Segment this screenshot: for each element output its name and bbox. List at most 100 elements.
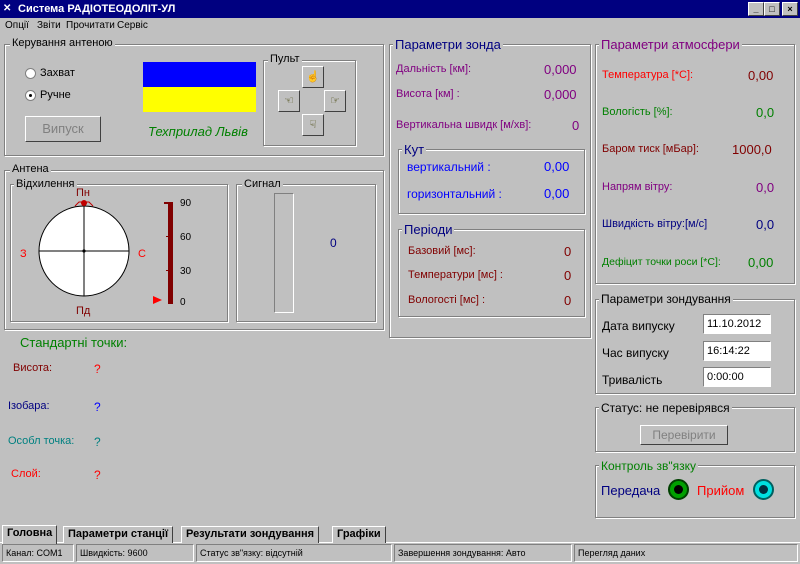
- release-button[interactable]: Випуск: [25, 116, 101, 142]
- period-base-label: Базовий [мс]:: [408, 245, 476, 257]
- ukraine-flag-icon: [143, 62, 256, 112]
- atm-wspd-label: Швидкість вітру:[м/с]: [602, 218, 708, 230]
- probe-height-label: Висота [км] :: [396, 88, 460, 100]
- scale-label-60: 60: [180, 232, 192, 243]
- north-label: Пн: [76, 187, 90, 199]
- menu-service[interactable]: Сервіс: [117, 20, 148, 31]
- brand-label: Техприлад Львів: [148, 124, 248, 139]
- manual-radio-label[interactable]: Ручне: [40, 89, 71, 101]
- elevation-pointer-icon: [153, 296, 162, 304]
- status-link: Статус зв"язку: відсутній: [196, 544, 392, 562]
- scale-label-0: 0: [180, 297, 186, 308]
- duration-input[interactable]: [703, 367, 771, 387]
- antenna-control-title: Керування антеною: [10, 37, 115, 49]
- atmosphere-title: Параметри атмосфери: [599, 37, 742, 52]
- status-view: Перегляд даних: [574, 544, 798, 562]
- rx-label: Прийом: [697, 483, 745, 498]
- east-label: С: [138, 248, 146, 260]
- std-special-value: ?: [94, 435, 101, 449]
- menu-read[interactable]: Прочитати: [66, 20, 115, 31]
- period-hum-value: 0: [564, 293, 572, 308]
- window-title: Система РАДІОТЕОДОЛІТ-УЛ: [18, 3, 176, 15]
- antenna-title: Антена: [10, 163, 51, 175]
- atm-dew-value: 0,00: [748, 255, 774, 270]
- angle-horizontal-label: горизонтальний :: [407, 187, 502, 201]
- atm-dew-label: Дефіцит точки роси [*C]:: [602, 256, 721, 268]
- close-button[interactable]: ×: [782, 2, 798, 16]
- atm-press-label: Баром тиск [мБар]:: [602, 143, 699, 155]
- probe-range-value: 0,000: [544, 62, 577, 77]
- remote-title: Пульт: [268, 53, 302, 65]
- remote-right-button[interactable]: ☞: [324, 90, 346, 112]
- std-layer-value: ?: [94, 468, 101, 482]
- launch-date-label: Дата випуску: [602, 319, 675, 333]
- scale-tick-90: [164, 202, 173, 204]
- period-temp-value: 0: [564, 268, 572, 283]
- capture-radio[interactable]: [25, 68, 36, 79]
- maximize-button[interactable]: □: [764, 2, 780, 16]
- tab-sounding-results[interactable]: Результати зондування: [181, 526, 320, 543]
- minimize-button[interactable]: _: [748, 2, 764, 16]
- elevation-scale-bar: [168, 202, 173, 304]
- atm-temp-value: 0,00: [748, 68, 774, 83]
- tab-station-params[interactable]: Параметри станції: [63, 526, 174, 543]
- angle-vertical-label: вертикальний :: [407, 160, 491, 174]
- scale-tick-60: [166, 236, 173, 237]
- remote-up-button[interactable]: ☝: [302, 66, 324, 88]
- launch-time-label: Час випуску: [602, 346, 669, 360]
- probe-vspeed-label: Вертикальна швидк [м/хв]:: [396, 119, 532, 131]
- status-channel: Канал: COM1: [2, 544, 74, 562]
- menu-options[interactable]: Опції: [5, 20, 29, 31]
- status-text: Статус: не перевірявся: [599, 401, 732, 415]
- atm-wdir-label: Напрям вітру:: [602, 181, 673, 193]
- app-icon: ✕: [3, 3, 12, 14]
- launch-date-input[interactable]: [703, 314, 771, 334]
- periods-title: Періоди: [402, 222, 455, 237]
- scale-tick-30: [166, 270, 173, 271]
- manual-radio[interactable]: [25, 90, 36, 101]
- atm-wspd-value: 0,0: [756, 217, 775, 232]
- angle-title: Кут: [402, 142, 427, 157]
- status-speed: Швидкість: 9600: [76, 544, 194, 562]
- remote-left-button[interactable]: ☜: [278, 90, 300, 112]
- scale-label-90: 90: [180, 198, 192, 209]
- menu-reports[interactable]: Звіти: [37, 20, 61, 31]
- probe-range-label: Дальність [км]:: [396, 63, 472, 75]
- west-label: З: [20, 248, 27, 260]
- title-bar: ✕ Система РАДІОТЕОДОЛІТ-УЛ: [0, 0, 800, 18]
- std-special-label: Особл точка:: [8, 435, 75, 447]
- std-isobar-label: Ізобара:: [8, 400, 50, 412]
- standard-points-title: Стандартні точки:: [20, 335, 128, 350]
- remote-down-button[interactable]: ☟: [302, 114, 324, 136]
- probe-height-value: 0,000: [544, 87, 577, 102]
- signal-title: Сигнал: [242, 178, 283, 190]
- std-layer-label: Слой:: [11, 468, 41, 480]
- tab-main[interactable]: Головна: [2, 525, 58, 544]
- probe-vspeed-value: 0: [572, 118, 580, 133]
- flag-blue-stripe: [143, 62, 256, 87]
- signal-level-bar: [274, 193, 294, 313]
- atm-hum-label: Вологість [%]:: [602, 106, 673, 118]
- atm-press-value: 1000,0: [732, 142, 772, 157]
- menu-bar: Опції Звіти Прочитати Сервіс: [0, 18, 800, 35]
- angle-horizontal-value: 0,00: [544, 186, 570, 201]
- period-base-value: 0: [564, 244, 572, 259]
- launch-time-input[interactable]: [703, 341, 771, 361]
- check-button[interactable]: Перевірити: [640, 425, 728, 445]
- flag-yellow-stripe: [143, 87, 256, 112]
- link-title: Контроль зв"язку: [599, 459, 698, 473]
- south-label: Пд: [76, 305, 91, 317]
- sounding-title: Параметри зондування: [599, 292, 733, 306]
- std-isobar-value: ?: [94, 400, 101, 414]
- scale-label-30: 30: [180, 266, 192, 277]
- tx-indicator-icon: [668, 479, 689, 500]
- tab-graphs[interactable]: Графіки: [332, 526, 386, 543]
- tx-label: Передача: [601, 483, 661, 498]
- capture-radio-label[interactable]: Захват: [40, 67, 75, 79]
- signal-value: 0: [330, 236, 337, 250]
- angle-vertical-value: 0,00: [544, 159, 570, 174]
- compass-dial: [38, 200, 130, 297]
- atm-wdir-value: 0,0: [756, 180, 775, 195]
- probe-title: Параметри зонда: [393, 37, 503, 52]
- deviation-title: Відхилення: [14, 178, 77, 190]
